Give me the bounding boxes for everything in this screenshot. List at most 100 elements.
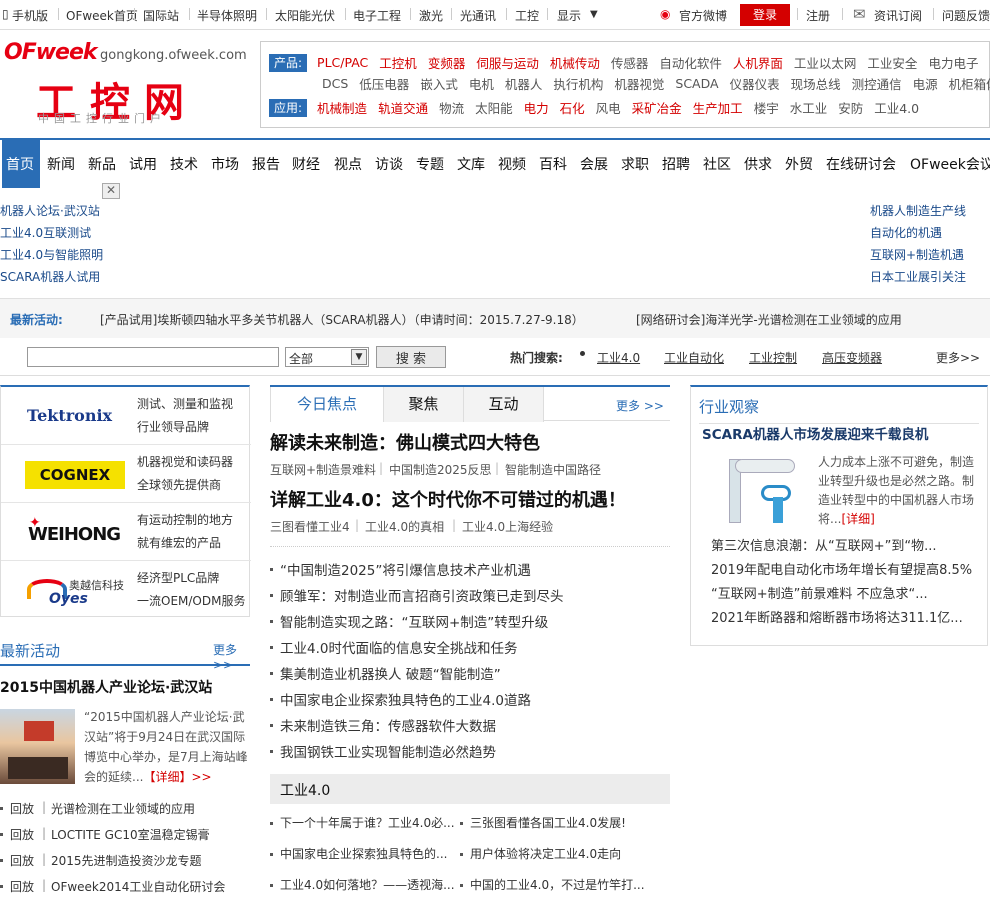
nav-item-19[interactable]: 外贸	[785, 154, 813, 174]
feedback-link[interactable]: 问题反馈	[942, 7, 990, 24]
nav-item-6[interactable]: 报告	[252, 154, 280, 174]
industry40-item[interactable]: 用户体验将决定工业4.0走向	[470, 845, 621, 862]
focus-headline[interactable]: 解读未来制造：佛山模式四大特色	[270, 429, 540, 455]
industry40-item[interactable]: 中国家电企业探索独具特色的...	[280, 845, 447, 862]
focus-list-item[interactable]: 未来制造铁三角：传感器软件大数据	[280, 715, 496, 735]
headline-sublink[interactable]: 互联网+制造景难料	[270, 461, 376, 478]
hot-search-more[interactable]: 更多>>	[936, 349, 980, 366]
nav-item-4[interactable]: 技术	[170, 154, 198, 174]
topbar-link-solar[interactable]: 太阳能光伏	[275, 7, 335, 24]
topbar-link-ee[interactable]: 电子工程	[353, 7, 401, 24]
product-link[interactable]: 工业安全	[867, 53, 917, 72]
brand-weihong[interactable]: ✦ WEIHONG 有运动控制的地方 就有维宏的产品	[1, 503, 251, 561]
product-link[interactable]: 机器人	[505, 74, 543, 93]
headline-sublink[interactable]: 工业4.0的真相	[365, 518, 444, 535]
scara-robot-image[interactable]	[699, 457, 809, 529]
product-link[interactable]: 电源	[913, 74, 938, 93]
topbar-link-laser[interactable]: 激光	[419, 7, 443, 24]
nav-item-3[interactable]: 试用	[129, 154, 157, 174]
product-link[interactable]: 人机界面	[733, 53, 783, 72]
topbar-link-led[interactable]: 半导体照明	[197, 7, 257, 24]
product-link[interactable]: 传感器	[611, 53, 649, 72]
mail-icon[interactable]: ✉	[853, 5, 866, 23]
replay-link[interactable]: OFweek2014工业自动化研讨会	[51, 878, 225, 895]
application-link[interactable]: 楼宇	[754, 98, 779, 117]
industry-list-item[interactable]: 2019年配电自动化市场年增长有望提高8.5%	[711, 559, 972, 578]
nav-item-17[interactable]: 社区	[703, 154, 731, 174]
industry-list-item[interactable]: 第三次信息浪潮：从“互联网+”到“物...	[711, 535, 937, 554]
nav-item-15[interactable]: 求职	[621, 154, 649, 174]
product-link[interactable]: DCS	[322, 76, 348, 91]
application-link[interactable]: 石化	[560, 98, 585, 117]
hot-search-link[interactable]: 工业控制	[749, 349, 797, 366]
search-category-select[interactable]: 全部 ▼	[285, 347, 369, 367]
nav-item-5[interactable]: 市场	[211, 154, 239, 174]
chevron-down-icon[interactable]: ▼	[590, 9, 598, 20]
application-link[interactable]: 轨道交通	[378, 98, 428, 117]
brand-tektronix[interactable]: Tektronix 测试、测量和监视 行业领导品牌	[1, 387, 251, 445]
focus-list-item[interactable]: 顾雏军：对制造业而言招商引资政策已走到尽头	[280, 585, 564, 605]
product-link[interactable]: 测控通信	[852, 74, 902, 93]
float-link-left[interactable]: SCARA机器人试用	[0, 268, 100, 285]
topbar-link-gongkong[interactable]: 工控	[515, 7, 539, 24]
subscribe-link[interactable]: 资讯订阅	[874, 7, 922, 24]
nav-item-16[interactable]: 招聘	[662, 154, 690, 174]
product-link[interactable]: 低压电器	[359, 74, 409, 93]
float-link-right[interactable]: 日本工业展引关注	[870, 268, 966, 285]
application-link[interactable]: 安防	[838, 98, 863, 117]
nav-item-7[interactable]: 财经	[292, 154, 320, 174]
latest-activity-more[interactable]: 更多>>	[213, 641, 250, 672]
product-link[interactable]: 自动化软件	[659, 53, 722, 72]
application-link[interactable]: 电力	[524, 98, 549, 117]
application-link[interactable]: 采矿冶金	[632, 98, 682, 117]
float-link-left[interactable]: 机器人论坛·武汉站	[0, 202, 100, 219]
hot-search-link[interactable]: 工业4.0	[597, 349, 640, 366]
event-photo[interactable]	[0, 709, 75, 784]
nav-item-1[interactable]: 新闻	[47, 154, 75, 174]
register-link[interactable]: 注册	[806, 7, 830, 24]
application-link[interactable]: 风电	[596, 98, 621, 117]
application-link[interactable]: 生产加工	[693, 98, 743, 117]
industry-headline[interactable]: SCARA机器人市场发展迎来千载良机	[702, 423, 928, 443]
activity-link[interactable]: [网络研讨会]海洋光学-光谱检测在工业领域的应用	[636, 311, 902, 328]
product-link[interactable]: 工业以太网	[794, 53, 857, 72]
float-link-right[interactable]: 自动化的机遇	[870, 224, 942, 241]
weibo-icon[interactable]: ◉	[660, 7, 670, 21]
close-icon[interactable]: ✕	[102, 183, 120, 199]
nav-item-10[interactable]: 专题	[416, 154, 444, 174]
nav-item-2[interactable]: 新品	[88, 154, 116, 174]
topbar-link-home[interactable]: OFweek首页	[66, 7, 138, 24]
focus-list-item[interactable]: 我国钢铁工业实现智能制造必然趋势	[280, 741, 496, 761]
hot-search-link[interactable]: 高压变频器	[822, 349, 882, 366]
application-link[interactable]: 物流	[439, 98, 464, 117]
product-link[interactable]: 伺服与运动	[476, 53, 539, 72]
nav-item-11[interactable]: 文库	[457, 154, 485, 174]
replay-link[interactable]: LOCTITE GC10室温稳定锡膏	[51, 826, 210, 843]
nav-item-14[interactable]: 会展	[580, 154, 608, 174]
product-link[interactable]: 电机	[469, 74, 494, 93]
product-link[interactable]: PLC/PAC	[317, 55, 368, 70]
focus-list-item[interactable]: 中国家电企业探索独具特色的工业4.0道路	[280, 689, 531, 709]
activity-link[interactable]: [产品试用]埃斯顿四轴水平多关节机器人（SCARA机器人）（申请时间：2015.…	[100, 311, 584, 328]
application-link[interactable]: 机械制造	[317, 98, 367, 117]
focus-more[interactable]: 更多 >>	[616, 397, 664, 414]
focus-list-item[interactable]: 集美制造业机器换人 破题“智能制造”	[280, 663, 501, 683]
brand-cognex[interactable]: COGNEX 机器视觉和读码器 全球领先提供商	[1, 445, 251, 503]
industry-list-item[interactable]: “互联网+制造”前景难料 不应急求“...	[711, 583, 928, 602]
product-link[interactable]: SCADA	[675, 76, 718, 91]
float-link-left[interactable]: 工业4.0互联测试	[0, 224, 91, 241]
focus-list-item[interactable]: “中国制造2025”将引爆信息技术产业机遇	[280, 559, 531, 579]
product-link[interactable]: 仪器仪表	[730, 74, 780, 93]
detail-link[interactable]: [详细]	[841, 512, 874, 526]
industry-list-item[interactable]: 2021年断路器和熔断器市场将达311.1亿...	[711, 607, 963, 626]
headline-sublink[interactable]: 三图看懂工业4	[270, 518, 350, 535]
brand-oyes[interactable]: 奥越信科技 Oyes 经济型PLC品牌 一流OEM/ODM服务	[1, 561, 251, 619]
detail-link[interactable]: 【详细】>>	[143, 770, 211, 784]
product-link[interactable]: 变频器	[428, 53, 466, 72]
replay-link[interactable]: 光谱检测在工业领域的应用	[51, 800, 195, 817]
headline-sublink[interactable]: 智能制造中国路径	[505, 461, 601, 478]
weibo-link[interactable]: 官方微博	[679, 7, 727, 24]
focus-headline[interactable]: 详解工业4.0：这个时代你不可错过的机遇！	[270, 486, 626, 512]
headline-sublink[interactable]: 中国制造2025反思	[389, 461, 492, 478]
nav-item-0[interactable]: 首页	[6, 154, 34, 174]
